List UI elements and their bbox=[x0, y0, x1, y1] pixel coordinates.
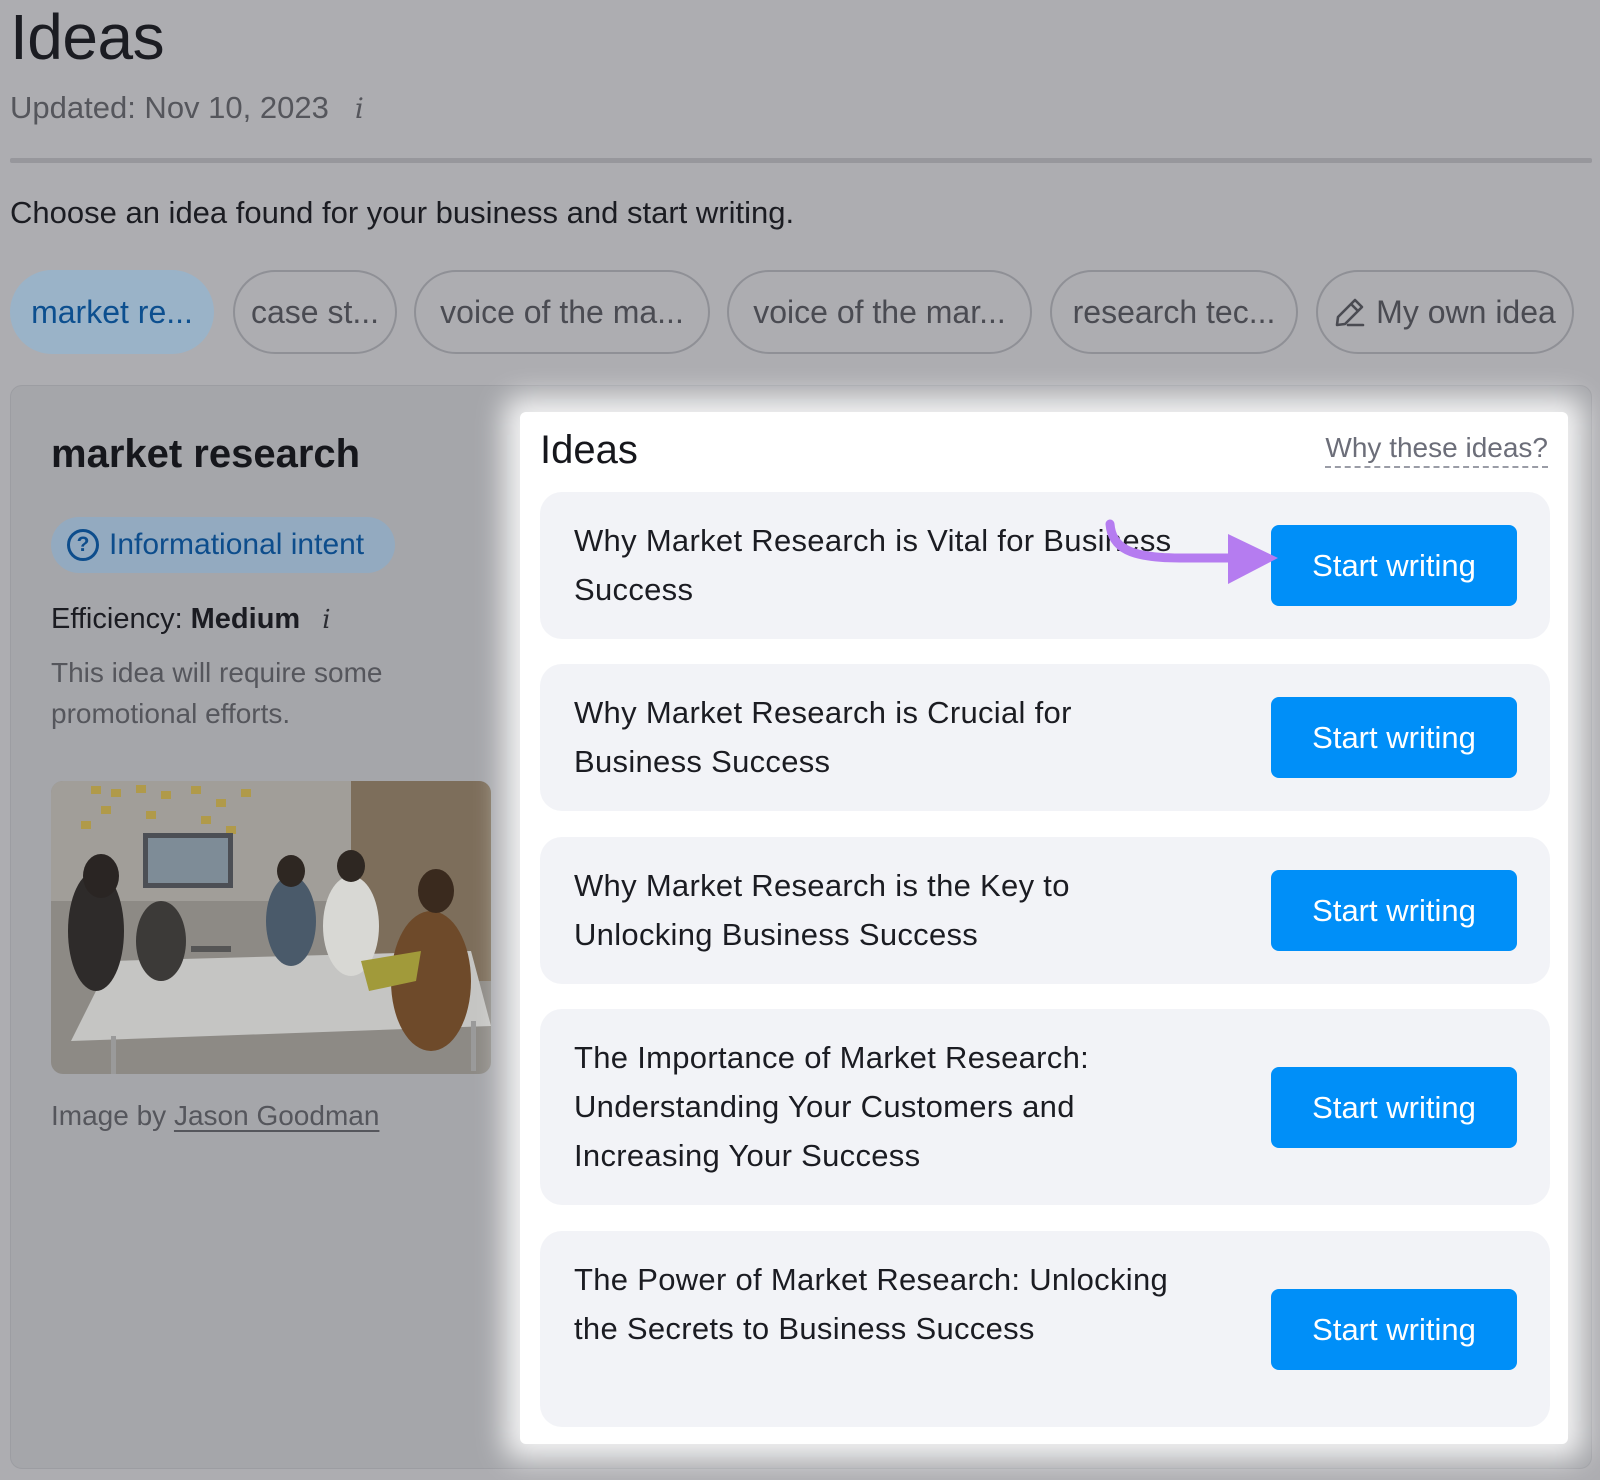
divider bbox=[10, 158, 1592, 163]
chip-label: voice of the ma... bbox=[440, 293, 684, 330]
annotation-arrow-icon bbox=[1105, 519, 1278, 584]
intent-badge: ? Informational intent bbox=[51, 517, 395, 573]
question-circle-icon: ? bbox=[67, 529, 99, 561]
image-credit-prefix: Image by bbox=[51, 1100, 167, 1131]
start-writing-button[interactable]: Start writing bbox=[1271, 1067, 1517, 1148]
updated-row: Updated: Nov 10, 2023 i bbox=[10, 90, 364, 126]
efficiency-description: This idea will require some promotional … bbox=[51, 657, 383, 729]
chip-label: voice of the mar... bbox=[753, 293, 1006, 330]
start-writing-button[interactable]: Start writing bbox=[1271, 1289, 1517, 1370]
image-credit-author-link[interactable]: Jason Goodman bbox=[174, 1100, 379, 1131]
efficiency-row: Efficiency: Medium i bbox=[51, 603, 331, 636]
ideas-section-title: Ideas bbox=[540, 428, 638, 472]
updated-date: Updated: Nov 10, 2023 bbox=[10, 90, 329, 125]
image-credit: Image by Jason Goodman bbox=[51, 1100, 379, 1132]
chip-market-research[interactable]: market re... bbox=[10, 270, 214, 354]
intent-label: Informational intent bbox=[109, 528, 365, 561]
page-title: Ideas bbox=[10, 1, 165, 73]
idea-text: Why Market Research is Vital for Busines… bbox=[574, 523, 1172, 607]
chip-label: research tec... bbox=[1072, 293, 1276, 330]
chip-voice-of-the-market-1[interactable]: voice of the ma... bbox=[414, 270, 710, 354]
keyword-chips: market re... case st... voice of the ma.… bbox=[0, 270, 1600, 354]
info-icon[interactable]: i bbox=[355, 92, 364, 125]
idea-text: The Importance of Market Research: Under… bbox=[574, 1040, 1090, 1173]
idea-text: Why Market Research is the Key to Unlock… bbox=[574, 868, 1070, 952]
idea-text: Why Market Research is Crucial for Busin… bbox=[574, 695, 1072, 779]
idea-card: Why Market Research is Vital for Busines… bbox=[540, 492, 1550, 639]
chip-case-studies[interactable]: case st... bbox=[233, 270, 397, 354]
efficiency-label: Efficiency: bbox=[51, 603, 183, 635]
chip-label: case st... bbox=[250, 293, 380, 330]
page: Ideas Updated: Nov 10, 2023 i Choose an … bbox=[0, 0, 1600, 1480]
why-these-ideas-link[interactable]: Why these ideas? bbox=[1325, 432, 1548, 468]
topic-title: market research bbox=[51, 432, 361, 476]
idea-card: The Power of Market Research: Unlocking … bbox=[540, 1231, 1550, 1427]
chip-my-own-idea[interactable]: My own idea bbox=[1316, 270, 1574, 354]
idea-card: Why Market Research is Crucial for Busin… bbox=[540, 664, 1550, 811]
idea-text: The Power of Market Research: Unlocking … bbox=[574, 1262, 1169, 1346]
efficiency-info-icon[interactable]: i bbox=[322, 605, 330, 635]
intro-text: Choose an idea found for your business a… bbox=[10, 195, 795, 230]
start-writing-button[interactable]: Start writing bbox=[1271, 697, 1517, 778]
pencil-icon bbox=[1334, 296, 1366, 328]
idea-card: Why Market Research is the Key to Unlock… bbox=[540, 837, 1550, 984]
chip-voice-of-the-market-2[interactable]: voice of the mar... bbox=[727, 270, 1032, 354]
chip-research-techniques[interactable]: research tec... bbox=[1050, 270, 1298, 354]
start-writing-button[interactable]: Start writing bbox=[1271, 870, 1517, 951]
topic-photo bbox=[51, 781, 491, 1074]
chip-label: My own idea bbox=[1376, 293, 1556, 330]
idea-card: The Importance of Market Research: Under… bbox=[540, 1009, 1550, 1205]
chip-label: market re... bbox=[31, 293, 193, 330]
efficiency-value: Medium bbox=[190, 603, 301, 635]
start-writing-button[interactable]: Start writing bbox=[1271, 525, 1517, 606]
